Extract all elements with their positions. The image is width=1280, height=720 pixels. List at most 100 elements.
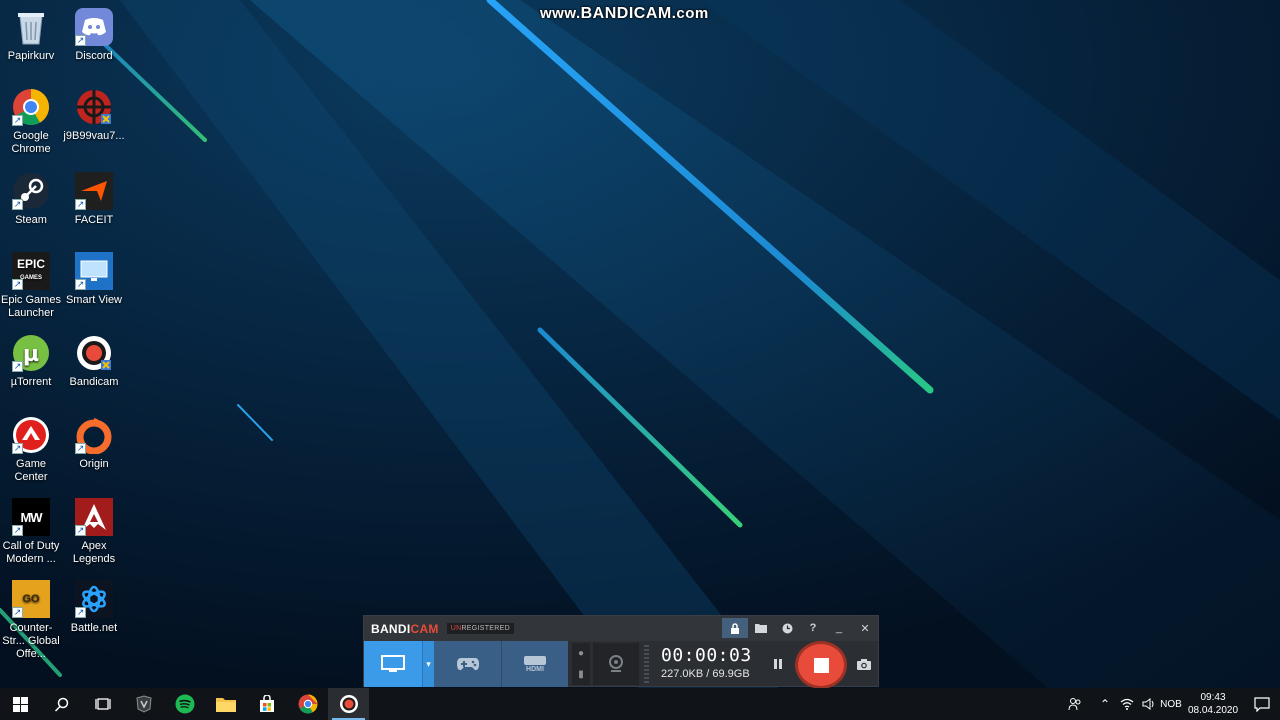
bandicam-title-bar[interactable]: BANDICAM UNREGISTERED ? _ ✕ <box>364 616 878 641</box>
webcam-overlay-button[interactable] <box>593 643 639 685</box>
game-recording-mode-button[interactable] <box>434 641 501 687</box>
microphone-icon[interactable]: ▮ <box>572 664 590 685</box>
action-center-button[interactable] <box>1244 688 1280 720</box>
taskbar-app-chrome[interactable] <box>287 688 328 720</box>
folder-icon <box>755 624 767 633</box>
desktop-icon-steam[interactable]: ↗ Steam <box>0 172 63 227</box>
desktop-icon-game-center[interactable]: ↗ Game Center <box>0 416 63 484</box>
timer-button[interactable] <box>774 618 800 638</box>
desktop-icon-battlenet[interactable]: ↗ Battle.net <box>62 580 126 635</box>
bandicam-icon <box>339 695 358 713</box>
desktop-icon-j9b99vau7[interactable]: j9B99vau7... <box>62 88 126 143</box>
windows-logo-icon <box>13 696 28 712</box>
desktop-icon-epic-games[interactable]: EPIC GAMES ↗ Epic Games Launcher <box>0 252 63 320</box>
chevron-down-icon: ▾ <box>426 658 431 669</box>
minimize-button[interactable]: _ <box>826 618 852 638</box>
task-view-button[interactable] <box>82 688 123 720</box>
volume-button[interactable] <box>1138 688 1160 720</box>
people-icon <box>1068 698 1081 711</box>
desktop-icon-csgo[interactable]: GO ↗ Counter-Str... Global Offe... <box>0 580 63 661</box>
desktop-icon-origin[interactable]: ↗ Origin <box>62 416 126 471</box>
taskbar-clock[interactable]: 09:43 08.04.2020 <box>1182 691 1244 717</box>
chevron-up-icon: ⌃ <box>1099 697 1111 711</box>
clock-icon <box>782 623 792 633</box>
start-button[interactable] <box>0 688 41 720</box>
desktop-icon-call-of-duty[interactable]: MW ↗ Call of Duty Modern ... <box>0 498 63 566</box>
desktop-icon-recycle-bin[interactable]: Papirkurv <box>0 8 63 63</box>
epic-games-icon: EPIC GAMES ↗ <box>12 252 50 290</box>
shortcut-arrow-icon: ↗ <box>12 361 23 372</box>
utorrent-icon: µ ↗ <box>12 334 50 372</box>
taskbar-app-store[interactable] <box>246 688 287 720</box>
taskbar-app-steelseries[interactable] <box>123 688 164 720</box>
wallpaper-graphic <box>0 0 1280 690</box>
folder-button[interactable] <box>748 618 774 638</box>
desktop-icon-faceit[interactable]: ↗ FACEIT <box>62 172 126 227</box>
screenshot-button[interactable] <box>853 654 875 674</box>
shortcut-arrow-icon: ↗ <box>75 607 86 618</box>
taskbar-app-file-explorer[interactable] <box>205 688 246 720</box>
pause-icon <box>774 659 782 669</box>
discord-icon: ↗ <box>75 8 113 46</box>
shortcut-arrow-icon: ↗ <box>75 525 86 536</box>
taskbar-app-spotify[interactable] <box>164 688 205 720</box>
file-size-readout: 227.0KB / 69.9GB <box>661 668 750 680</box>
screen-recording-mode-button[interactable] <box>364 641 422 687</box>
unregistered-badge[interactable]: UNREGISTERED <box>446 623 514 634</box>
taskbar-app-bandicam[interactable] <box>328 688 369 720</box>
csgo-icon: GO ↗ <box>12 580 50 618</box>
clock-date: 08.04.2020 <box>1187 705 1239 716</box>
question-icon: ? <box>809 622 817 634</box>
shortcut-arrow-icon: ↗ <box>75 279 86 290</box>
bandicam-watermark: www.BANDICAM.com <box>540 5 709 22</box>
close-button[interactable]: ✕ <box>852 618 878 638</box>
bandicam-logo: BANDICAM <box>371 621 439 636</box>
device-recording-mode-button[interactable]: HDMI <box>501 641 568 687</box>
bandicam-window[interactable]: BANDICAM UNREGISTERED ? _ ✕ ▾ HDMI ● ▮ 0… <box>363 615 879 687</box>
desktop-icon-apex-legends[interactable]: ↗ Apex Legends <box>62 498 126 566</box>
pause-button[interactable] <box>768 654 788 674</box>
desktop-icon-smart-view[interactable]: ↗ Smart View <box>62 252 126 307</box>
recording-timer: 00:00:03 <box>661 645 752 666</box>
shortcut-arrow-icon: ↗ <box>12 607 23 618</box>
search-button[interactable] <box>41 688 82 720</box>
smart-view-icon: ↗ <box>75 252 113 290</box>
desktop-icon-bandicam[interactable]: Bandicam <box>62 334 126 389</box>
shortcut-arrow-icon: ↗ <box>12 525 23 536</box>
chrome-icon <box>298 694 317 714</box>
desktop-icon-google-chrome[interactable]: ↗ Google Chrome <box>0 88 63 156</box>
lock-button[interactable] <box>722 618 748 638</box>
shortcut-arrow-icon: ↗ <box>12 115 23 126</box>
apex-legends-icon: ↗ <box>75 498 113 536</box>
shortcut-arrow-icon: ↗ <box>12 279 23 290</box>
search-icon <box>54 697 69 712</box>
network-button[interactable] <box>1116 688 1138 720</box>
cod-mw-icon: MW ↗ <box>12 498 50 536</box>
monitor-icon <box>381 655 405 672</box>
help-button[interactable]: ? <box>800 618 826 638</box>
camera-icon <box>857 658 871 670</box>
wifi-icon <box>1120 698 1134 710</box>
screen-mode-dropdown[interactable]: ▾ <box>422 641 434 687</box>
stop-icon <box>813 657 829 673</box>
task-view-icon <box>94 698 111 710</box>
minimize-icon: _ <box>835 622 843 634</box>
store-bag-icon <box>259 695 274 712</box>
taskbar: ⌃ NOB 09:43 08.04.2020 <box>0 688 1280 720</box>
desktop-icon-discord[interactable]: ↗ Discord <box>62 8 126 63</box>
speaker-icon <box>1142 698 1154 710</box>
shortcut-arrow-icon: ↗ <box>75 199 86 210</box>
faceit-icon: ↗ <box>75 172 113 210</box>
shortcut-arrow-icon: ↗ <box>75 443 86 454</box>
desktop-icon-utorrent[interactable]: µ ↗ µTorrent <box>0 334 63 389</box>
game-center-icon: ↗ <box>12 416 50 454</box>
shortcut-arrow-icon: ↗ <box>12 443 23 454</box>
show-hidden-icons-button[interactable]: ⌃ <box>1094 688 1116 720</box>
stop-recording-button[interactable] <box>798 644 844 686</box>
input-language-button[interactable]: NOB <box>1160 688 1182 720</box>
people-button[interactable] <box>1064 688 1086 720</box>
speaker-input-icon[interactable]: ● <box>572 643 590 664</box>
gamepad-icon <box>456 658 479 671</box>
hdmi-icon: HDMI <box>524 655 546 673</box>
crosshair-app-icon <box>75 88 113 126</box>
